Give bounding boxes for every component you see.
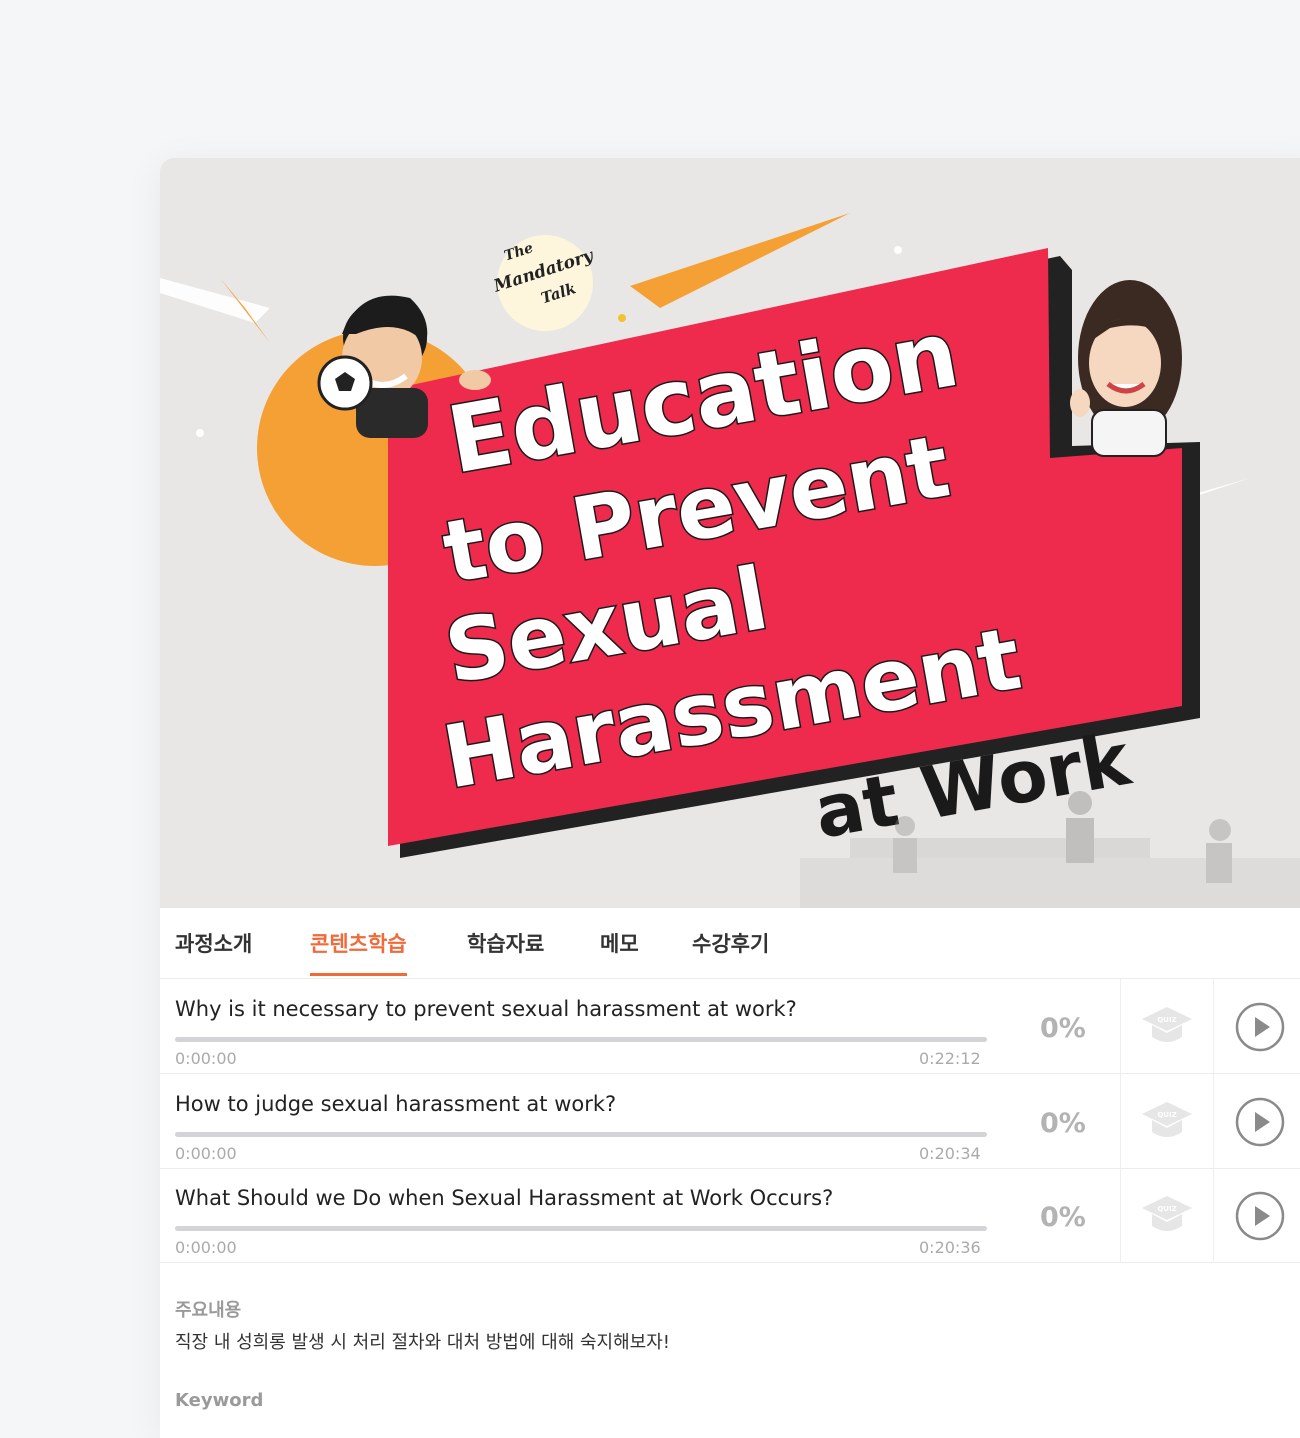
- keyword-label: Keyword: [175, 1390, 264, 1411]
- tab-learning-materials[interactable]: 학습자료: [467, 928, 544, 976]
- tab-reviews[interactable]: 수강후기: [692, 928, 769, 976]
- svg-text:QUIZ: QUIZ: [1157, 1016, 1176, 1024]
- play-circle-icon[interactable]: [1234, 1001, 1286, 1053]
- lesson-start-time: 0:00:00: [175, 1238, 237, 1257]
- host-female-illustration: [1070, 280, 1182, 457]
- tab-memo[interactable]: 메모: [600, 928, 639, 976]
- lesson-duration: 0:20:36: [919, 1238, 981, 1257]
- tab-content-learning[interactable]: 콘텐츠학습: [310, 928, 407, 976]
- lesson-progress-bar[interactable]: [175, 1226, 987, 1231]
- summary-label: 주요내용: [175, 1300, 242, 1321]
- lesson-start-time: 0:00:00: [175, 1049, 237, 1068]
- lesson-start-time: 0:00:00: [175, 1144, 237, 1163]
- lesson-progress-percent: 0%: [1040, 1013, 1086, 1044]
- quiz-cap-icon[interactable]: QUIZ: [1140, 1001, 1194, 1051]
- play-circle-icon[interactable]: [1234, 1190, 1286, 1242]
- tab-course-intro[interactable]: 과정소개: [175, 928, 252, 976]
- quiz-cap-icon[interactable]: QUIZ: [1140, 1096, 1194, 1146]
- lesson-progress-bar[interactable]: [175, 1132, 987, 1137]
- lesson-title[interactable]: How to judge sexual harassment at work?: [175, 1092, 616, 1116]
- lesson-title[interactable]: Why is it necessary to prevent sexual ha…: [175, 997, 797, 1021]
- lesson-progress-percent: 0%: [1040, 1202, 1086, 1233]
- svg-text:QUIZ: QUIZ: [1157, 1111, 1176, 1119]
- svg-text:QUIZ: QUIZ: [1157, 1205, 1176, 1213]
- course-card: Mandatory The Talk Education to Prevent …: [160, 158, 1300, 1438]
- lesson-progress-percent: 0%: [1040, 1108, 1086, 1139]
- lesson-duration: 0:20:34: [919, 1144, 981, 1163]
- summary-text: 직장 내 성희롱 발생 시 처리 절차와 대처 방법에 대해 숙지해보자!: [175, 1332, 670, 1353]
- lesson-row[interactable]: How to judge sexual harassment at work? …: [160, 1074, 1300, 1169]
- banner-artwork: Mandatory The Talk Education to Prevent …: [160, 213, 1300, 908]
- lesson-title[interactable]: What Should we Do when Sexual Harassment…: [175, 1186, 833, 1210]
- play-circle-icon[interactable]: [1234, 1096, 1286, 1148]
- lesson-progress-bar[interactable]: [175, 1037, 987, 1042]
- course-banner: Mandatory The Talk Education to Prevent …: [160, 158, 1300, 908]
- lesson-row[interactable]: Why is it necessary to prevent sexual ha…: [160, 979, 1300, 1074]
- lesson-row[interactable]: What Should we Do when Sexual Harassment…: [160, 1168, 1300, 1263]
- quiz-cap-icon[interactable]: QUIZ: [1140, 1190, 1194, 1240]
- lesson-duration: 0:22:12: [919, 1049, 981, 1068]
- course-tabs: 과정소개 콘텐츠학습 학습자료 메모 수강후기: [160, 908, 1300, 979]
